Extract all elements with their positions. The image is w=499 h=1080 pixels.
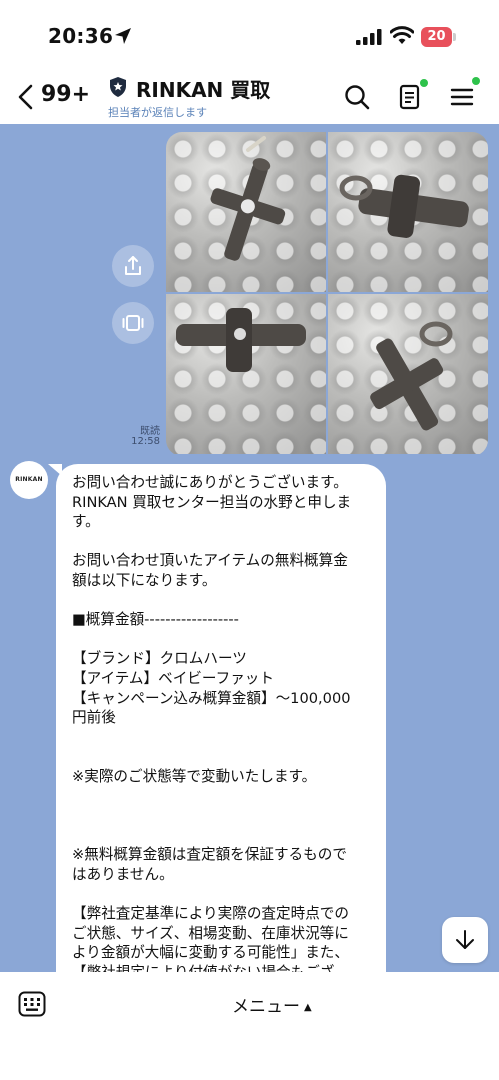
notes-icon [399,84,420,110]
photo-thumbnail[interactable] [328,132,488,292]
bottom-bar: メニュー ▲ [0,972,499,1080]
search-icon [345,85,370,110]
notes-button[interactable] [395,79,428,112]
menu-badge [472,77,480,85]
message-line: す。 [72,513,100,531]
message-time: 12:58 [131,436,160,447]
read-receipt: 既読 [140,426,160,437]
avatar-logo-text: RINKAN [15,476,43,483]
photo-thumbnail[interactable] [166,294,326,454]
cross-pendant-image [370,321,453,431]
chat-header: 99+ RINKAN 買取 担当者が返信します [0,70,499,124]
message-line: ※無料概算金額は査定額を保証するもので [72,846,347,864]
message-line: 【ブランド】クロムハーツ [72,650,247,668]
message-line [72,747,372,767]
message-line: ご状態、サイズ、相場変動、在庫状況等に [72,924,349,942]
message-line: より金額が大幅に変動する可能性」また、 [72,944,349,962]
message-line [72,630,372,650]
status-time: 20:36 [48,24,114,48]
location-arrow-icon [115,28,131,44]
message-line [72,806,372,826]
battery-icon: 20 [421,27,457,47]
unread-count: 99+ [41,82,91,107]
message-line [72,884,372,904]
message-line [72,826,372,846]
menu-icon [450,88,474,106]
sender-avatar[interactable]: RINKAN [10,461,48,499]
message-line: 【キャンペーン込み概算金額】～100,000 [72,689,351,707]
search-button[interactable] [342,82,372,112]
cross-pendant-image [176,308,306,372]
message-line: はありません。 [72,865,174,883]
message-line: 円前後 [72,709,116,727]
cellular-signal-icon [356,29,382,45]
cross-pendant-image [210,136,286,261]
shield-icon [110,77,126,97]
back-button[interactable]: 99+ [16,78,94,114]
menu-button[interactable] [448,77,480,112]
battery-percent: 20 [427,29,446,44]
caret-up-icon: ▲ [304,1002,312,1013]
cross-pendant-image [339,174,469,238]
wifi-icon [390,26,414,44]
message-line: お問い合わせ誠にありがとうございます。 [72,474,348,491]
expand-button[interactable] [112,302,154,344]
chat-subtitle: 担当者が返信します [108,106,207,119]
chat-area[interactable]: 既読 12:58 RINKAN お問い合わせ誠にありがとうございます。 RINKA… [0,124,499,972]
notes-badge [420,79,428,87]
message-line: 【弊社規定により付値がない場合もござ [72,963,372,972]
message-line [72,591,372,611]
message-line: ■概算金額------------------ [72,611,239,629]
keyboard-icon [18,991,46,1017]
message-line: ※実際のご状態等で変動いたします。 [72,767,317,785]
share-button[interactable] [112,245,154,287]
keyboard-button[interactable] [18,991,46,1017]
message-line: 額は以下になります。 [72,571,217,589]
arrow-down-icon [456,930,474,949]
rich-menu-toggle[interactable]: メニュー ▲ [232,992,312,1017]
message-line: お問い合わせ頂いたアイテムの無料概算金 [72,552,348,570]
chevron-left-icon [18,84,33,110]
photo-grid[interactable] [166,132,488,456]
photo-thumbnail[interactable] [166,132,326,292]
photo-thumbnail[interactable] [328,294,488,454]
menu-label: メニュー [232,997,300,1017]
message-line: 【弊社査定基準により実際の査定時点での [72,905,349,923]
status-bar: 20:36 20 [0,0,499,70]
message-line: RINKAN 買取センター担当の水野と申しま [72,493,352,511]
expand-icon [122,315,144,331]
message-line [72,728,372,748]
share-icon [125,256,141,275]
scroll-to-bottom-button[interactable] [442,917,488,963]
chat-title: RINKAN 買取 [136,78,271,102]
message-line [72,532,372,552]
message-bubble[interactable]: お問い合わせ誠にありがとうございます。 RINKAN 買取センター担当の水野と申し… [56,464,386,972]
message-line: 【アイテム】ベイビーファット [72,669,274,687]
message-line [72,787,372,807]
